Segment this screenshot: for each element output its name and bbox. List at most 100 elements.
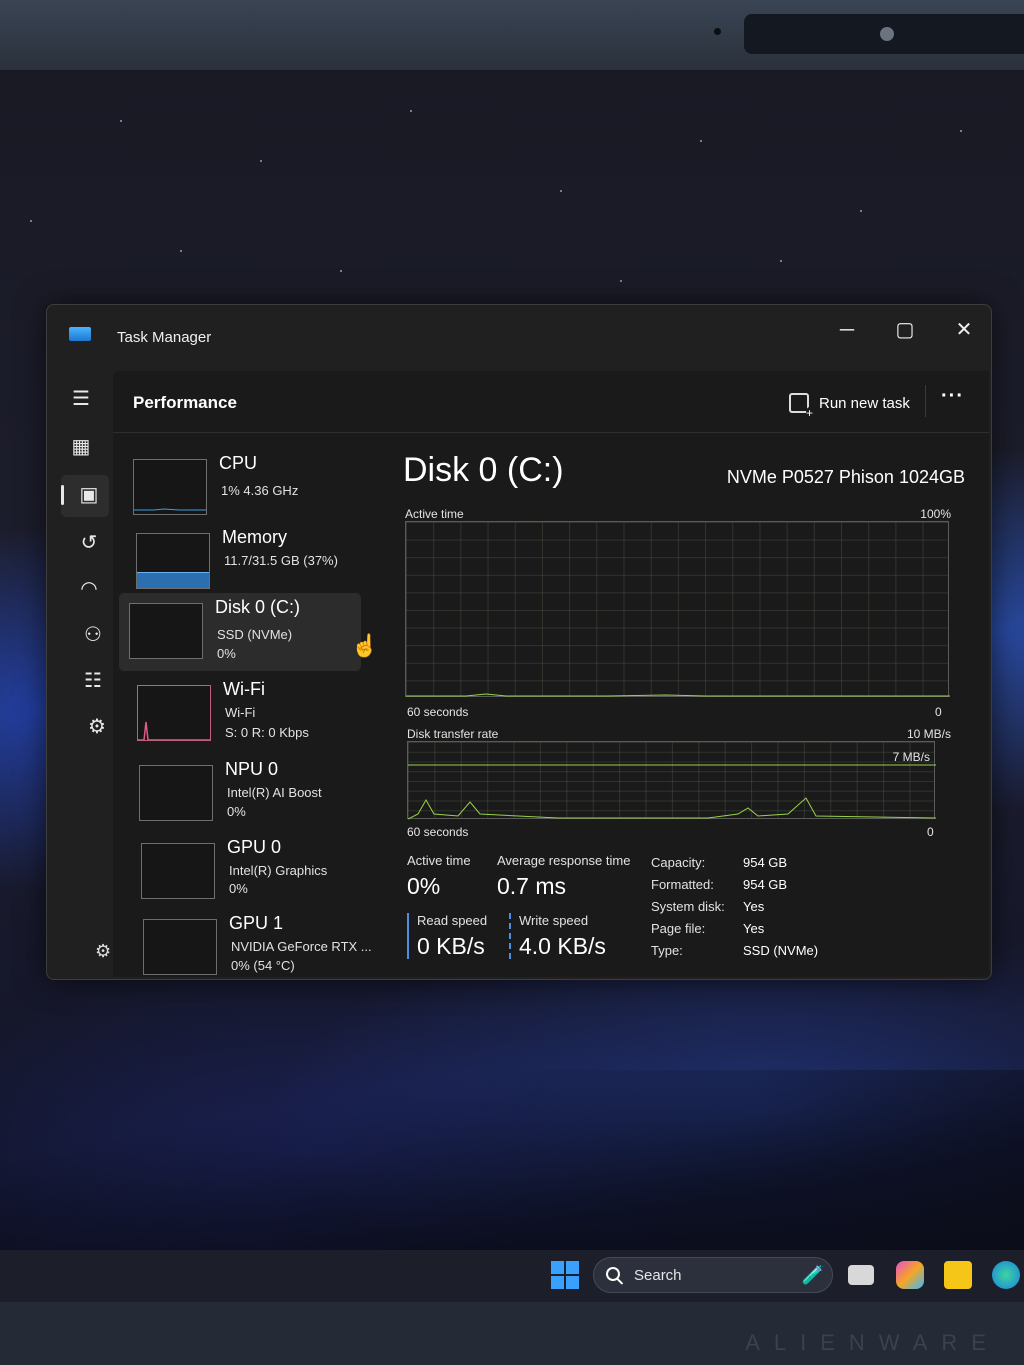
camera-bar: [744, 14, 1024, 54]
avg-response-value: 0.7 ms: [497, 873, 567, 899]
transfer-graph-max: 10 MB/s: [906, 727, 951, 741]
device-name: Wi-Fi: [223, 679, 265, 699]
property-value: SSD (NVMe): [743, 943, 819, 958]
device-gpu-1[interactable]: GPU 1 NVIDIA GeForce RTX ... 0% (54 °C): [133, 909, 383, 987]
npu-thumbnail-graph: [139, 765, 213, 821]
startup-apps-icon[interactable]: ◠: [75, 575, 103, 603]
search-highlight-icon: 🧪: [801, 1265, 824, 1285]
avg-response-label: Average response time: [497, 853, 631, 868]
property-key: Formatted:: [651, 877, 714, 892]
run-new-task-label: Run new task: [819, 394, 910, 412]
property-key: Type:: [651, 943, 683, 958]
wifi-thumbnail-graph: [137, 685, 211, 741]
read-speed-label: Read speed: [417, 913, 488, 928]
minimize-button[interactable]: ─: [827, 315, 867, 345]
disk-thumbnail-graph: [129, 603, 203, 659]
property-key: System disk:: [651, 899, 725, 914]
active-time-graph: [405, 521, 950, 697]
device-cpu[interactable]: CPU 1% 4.36 GHz: [123, 449, 373, 527]
device-name: CPU: [219, 453, 258, 473]
processes-icon[interactable]: ▦: [67, 433, 95, 461]
search-icon: [606, 1267, 620, 1281]
active-time-graph-duration: 60 seconds: [407, 705, 469, 719]
device-detail: 11.7/31.5 GB (37%): [224, 553, 338, 568]
active-time-stat-value: 0%: [407, 873, 441, 899]
search-label: Search: [634, 1267, 682, 1284]
device-throughput: S: 0 R: 0 Kbps: [225, 725, 309, 740]
taskbar: Search 🧪: [0, 1250, 1024, 1302]
performance-icon[interactable]: ▣: [75, 481, 103, 509]
property-value: Yes: [743, 899, 765, 914]
laptop-bezel-top: [0, 0, 1024, 70]
device-detail: NVIDIA GeForce RTX ...: [231, 939, 372, 954]
header-separator: [925, 385, 926, 417]
transfer-graph-duration: 60 seconds: [407, 825, 469, 839]
device-name: Disk 0 (C:): [215, 597, 300, 617]
device-npu-0[interactable]: NPU 0 Intel(R) AI Boost 0%: [129, 755, 379, 833]
device-name: GPU 0: [227, 837, 282, 857]
app-history-icon[interactable]: ↺: [75, 529, 103, 557]
gpu1-thumbnail-graph: [143, 919, 217, 975]
device-usage: 0% (54 °C): [231, 958, 295, 973]
taskbar-search[interactable]: Search 🧪: [593, 1257, 833, 1293]
run-task-icon: [789, 393, 814, 419]
transfer-rate-graph: 7 MB/s: [407, 741, 936, 820]
device-detail: SSD (NVMe): [217, 627, 293, 642]
device-detail: Intel(R) Graphics: [229, 863, 328, 878]
transfer-graph-min: 0: [927, 825, 934, 839]
gpu0-thumbnail-graph: [141, 843, 215, 899]
main-content: Performance Run new task ··· CPU 1% 4.36…: [113, 371, 989, 977]
disk-model: NVMe P0527 Phison 1024GB: [726, 467, 965, 487]
device-name: NPU 0: [225, 759, 279, 779]
device-list: CPU 1% 4.36 GHz Memory 11.7/31.5 GB (37%…: [119, 443, 378, 977]
write-speed-label: Write speed: [519, 913, 589, 928]
start-button[interactable]: [551, 1261, 579, 1289]
title-bar[interactable]: Task Manager ─ ▢ ✕: [47, 305, 991, 367]
file-explorer-icon[interactable]: [944, 1261, 972, 1289]
write-speed-indicator: [509, 913, 511, 959]
task-manager-window: Task Manager ─ ▢ ✕ ☰ ▦ ▣ ↺ ◠ ⚇ ☷ ⚙ ⚙ Per…: [46, 304, 992, 980]
device-gpu-0[interactable]: GPU 0 Intel(R) Graphics 0%: [131, 833, 381, 911]
property-value: 954 GB: [743, 855, 788, 870]
disk-detail-pane: Disk 0 (C:) NVMe P0527 Phison 1024GB Act…: [393, 443, 973, 977]
active-time-graph-label: Active time: [405, 507, 464, 521]
device-usage: 0%: [217, 646, 236, 661]
active-time-graph-min: 0: [935, 705, 942, 719]
copilot-icon[interactable]: [896, 1261, 924, 1289]
edge-browser-icon[interactable]: [992, 1261, 1020, 1289]
property-value: 954 GB: [743, 877, 788, 892]
device-usage: 0%: [229, 881, 248, 896]
nav-rail: ☰ ▦ ▣ ↺ ◠ ⚇ ☷ ⚙: [47, 367, 113, 979]
users-icon[interactable]: ⚇: [79, 621, 107, 649]
task-view-icon[interactable]: [848, 1265, 874, 1285]
read-speed-indicator: [407, 913, 409, 959]
write-speed-value: 4.0 KB/s: [519, 933, 606, 959]
more-options-icon[interactable]: ···: [941, 385, 964, 408]
run-new-task-button[interactable]: Run new task: [789, 391, 910, 419]
task-manager-app-icon: [69, 327, 91, 341]
memory-thumbnail-graph: [136, 533, 210, 589]
content-header: Performance Run new task ···: [113, 371, 989, 433]
hamburger-menu-icon[interactable]: ☰: [67, 385, 95, 413]
property-key: Capacity:: [651, 855, 706, 870]
laptop-brand-logo: ALIENWARE: [745, 1330, 1000, 1355]
device-detail: 1% 4.36 GHz: [221, 483, 299, 498]
transfer-graph-marker: 7 MB/s: [892, 750, 930, 764]
close-button[interactable]: ✕: [944, 315, 984, 345]
active-time-stat-label: Active time: [407, 853, 471, 868]
details-icon[interactable]: ☷: [79, 667, 107, 695]
device-memory[interactable]: Memory 11.7/31.5 GB (37%): [126, 523, 376, 601]
device-disk-0-selected[interactable]: Disk 0 (C:) SSD (NVMe) 0% ☝: [119, 593, 378, 671]
services-icon[interactable]: ⚙: [83, 713, 111, 741]
settings-gear-icon[interactable]: ⚙: [95, 941, 111, 962]
mouse-pointer-icon: ☝: [351, 633, 379, 658]
maximize-button[interactable]: ▢: [885, 315, 925, 345]
device-detail: Intel(R) AI Boost: [227, 785, 322, 800]
disk-title: Disk 0 (C:): [403, 451, 564, 489]
page-title: Performance: [133, 393, 237, 412]
window-title: Task Manager: [117, 329, 212, 346]
cpu-thumbnail-graph: [133, 459, 207, 515]
device-name: GPU 1: [229, 913, 284, 933]
property-key: Page file:: [651, 921, 706, 936]
device-wifi[interactable]: Wi-Fi Wi-Fi S: 0 R: 0 Kbps: [127, 675, 377, 753]
